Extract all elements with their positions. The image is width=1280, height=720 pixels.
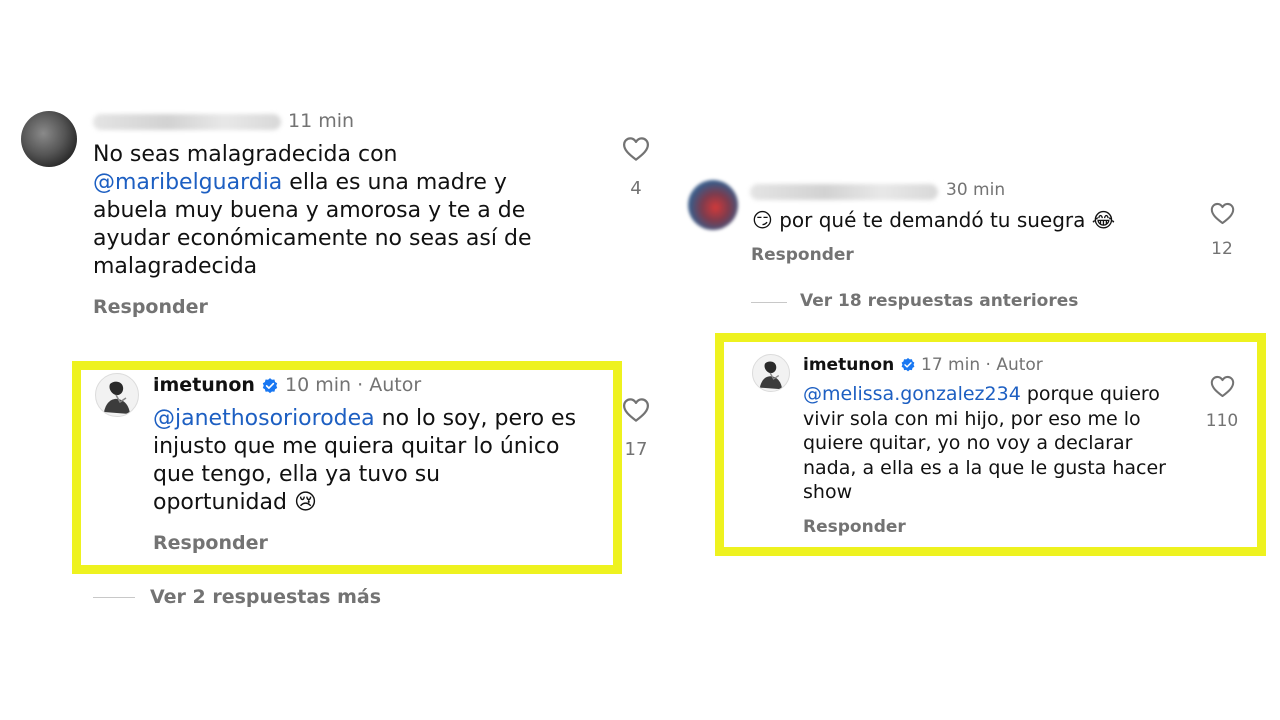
divider-line [751,302,787,303]
commenter-username-blurred[interactable] [750,184,938,200]
commenter-username-blurred[interactable] [93,114,281,130]
author-username[interactable]: imetunon [803,355,894,375]
reply-button[interactable]: Responder [803,517,906,537]
reply-text-line: @melissa.gonzalez234 porque quiero [803,383,1160,405]
like-count: 4 [630,178,642,199]
mention-link[interactable]: @janethosoriorodea [153,406,375,431]
like-heart-icon[interactable] [621,134,651,164]
reply-text-line: oportunidad 😢 [153,490,317,515]
comment-time: 30 min [946,180,1006,200]
separator-dot: · [985,355,991,375]
verified-badge-icon [901,358,914,372]
reply-time: 10 min [285,374,352,396]
comment-text-line: @maribelguardia ella es una madre y [93,170,507,195]
mention-link[interactable]: @maribelguardia [93,170,282,195]
reply-text-line: @janethosoriorodea no lo soy, pero es [153,406,577,431]
reply-text-line: nada, a ella es a la que le gusta hacer [803,456,1166,479]
author-label: Autor [369,374,422,396]
separator-dot: · [357,374,364,396]
author-reply-text: @janethosoriorodea no lo soy, pero es in… [153,405,603,517]
reply-text-line: vivir sola con mi hijo, por eso me lo [803,407,1141,430]
reply-button[interactable]: Responder [93,296,208,318]
author-label: Autor [996,355,1043,375]
comment-text-line: ayudar económicamente no seas así de [93,226,532,251]
comment-text-line: abuela muy buena y amorosa y te a de [93,198,526,223]
comment-time: 11 min [288,110,355,132]
author-reply-text: @melissa.gonzalez234 porque quiero vivir… [803,382,1203,505]
reply-button[interactable]: Responder [751,245,854,265]
commenter-avatar[interactable] [21,111,77,167]
like-count: 17 [624,439,648,460]
reply-text-line: injusto que me quiera quitar lo único [153,434,560,459]
author-avatar[interactable] [95,373,139,417]
verified-badge-icon [262,377,278,393]
comment-text: 😏 por qué te demandó tu suegra 😂 [752,208,1116,232]
author-avatar-photo [759,361,783,390]
reply-text-line: que tengo, ella ya tuvo su [153,462,441,487]
like-heart-icon[interactable] [1209,373,1236,400]
like-heart-icon[interactable] [621,395,651,425]
author-header: imetunon 10 min · Autor [153,373,421,397]
author-avatar-photo [104,381,130,414]
author-avatar[interactable] [752,354,790,392]
reply-text-line: quiere quitar, yo no voy a declarar [803,432,1133,454]
divider-line [93,597,135,598]
view-previous-replies[interactable]: Ver 18 respuestas anteriores [800,291,1078,311]
like-count: 110 [1205,411,1239,431]
author-header: imetunon 17 min · Autor [803,354,1043,376]
author-username[interactable]: imetunon [153,374,255,396]
reply-time: 17 min [921,355,981,375]
commenter-avatar[interactable] [688,180,738,230]
comment-text-line: No seas malagradecida con [93,142,398,167]
like-count: 12 [1211,239,1233,259]
comment-text-line: malagradecida [93,254,258,279]
comment-text: No seas malagradecida con @maribelguardi… [93,141,613,281]
view-more-replies[interactable]: Ver 2 respuestas más [150,586,381,608]
like-heart-icon[interactable] [1209,200,1236,227]
reply-text-line: show [803,481,853,503]
reply-button[interactable]: Responder [153,532,268,554]
mention-link[interactable]: @melissa.gonzalez234 [803,383,1021,405]
